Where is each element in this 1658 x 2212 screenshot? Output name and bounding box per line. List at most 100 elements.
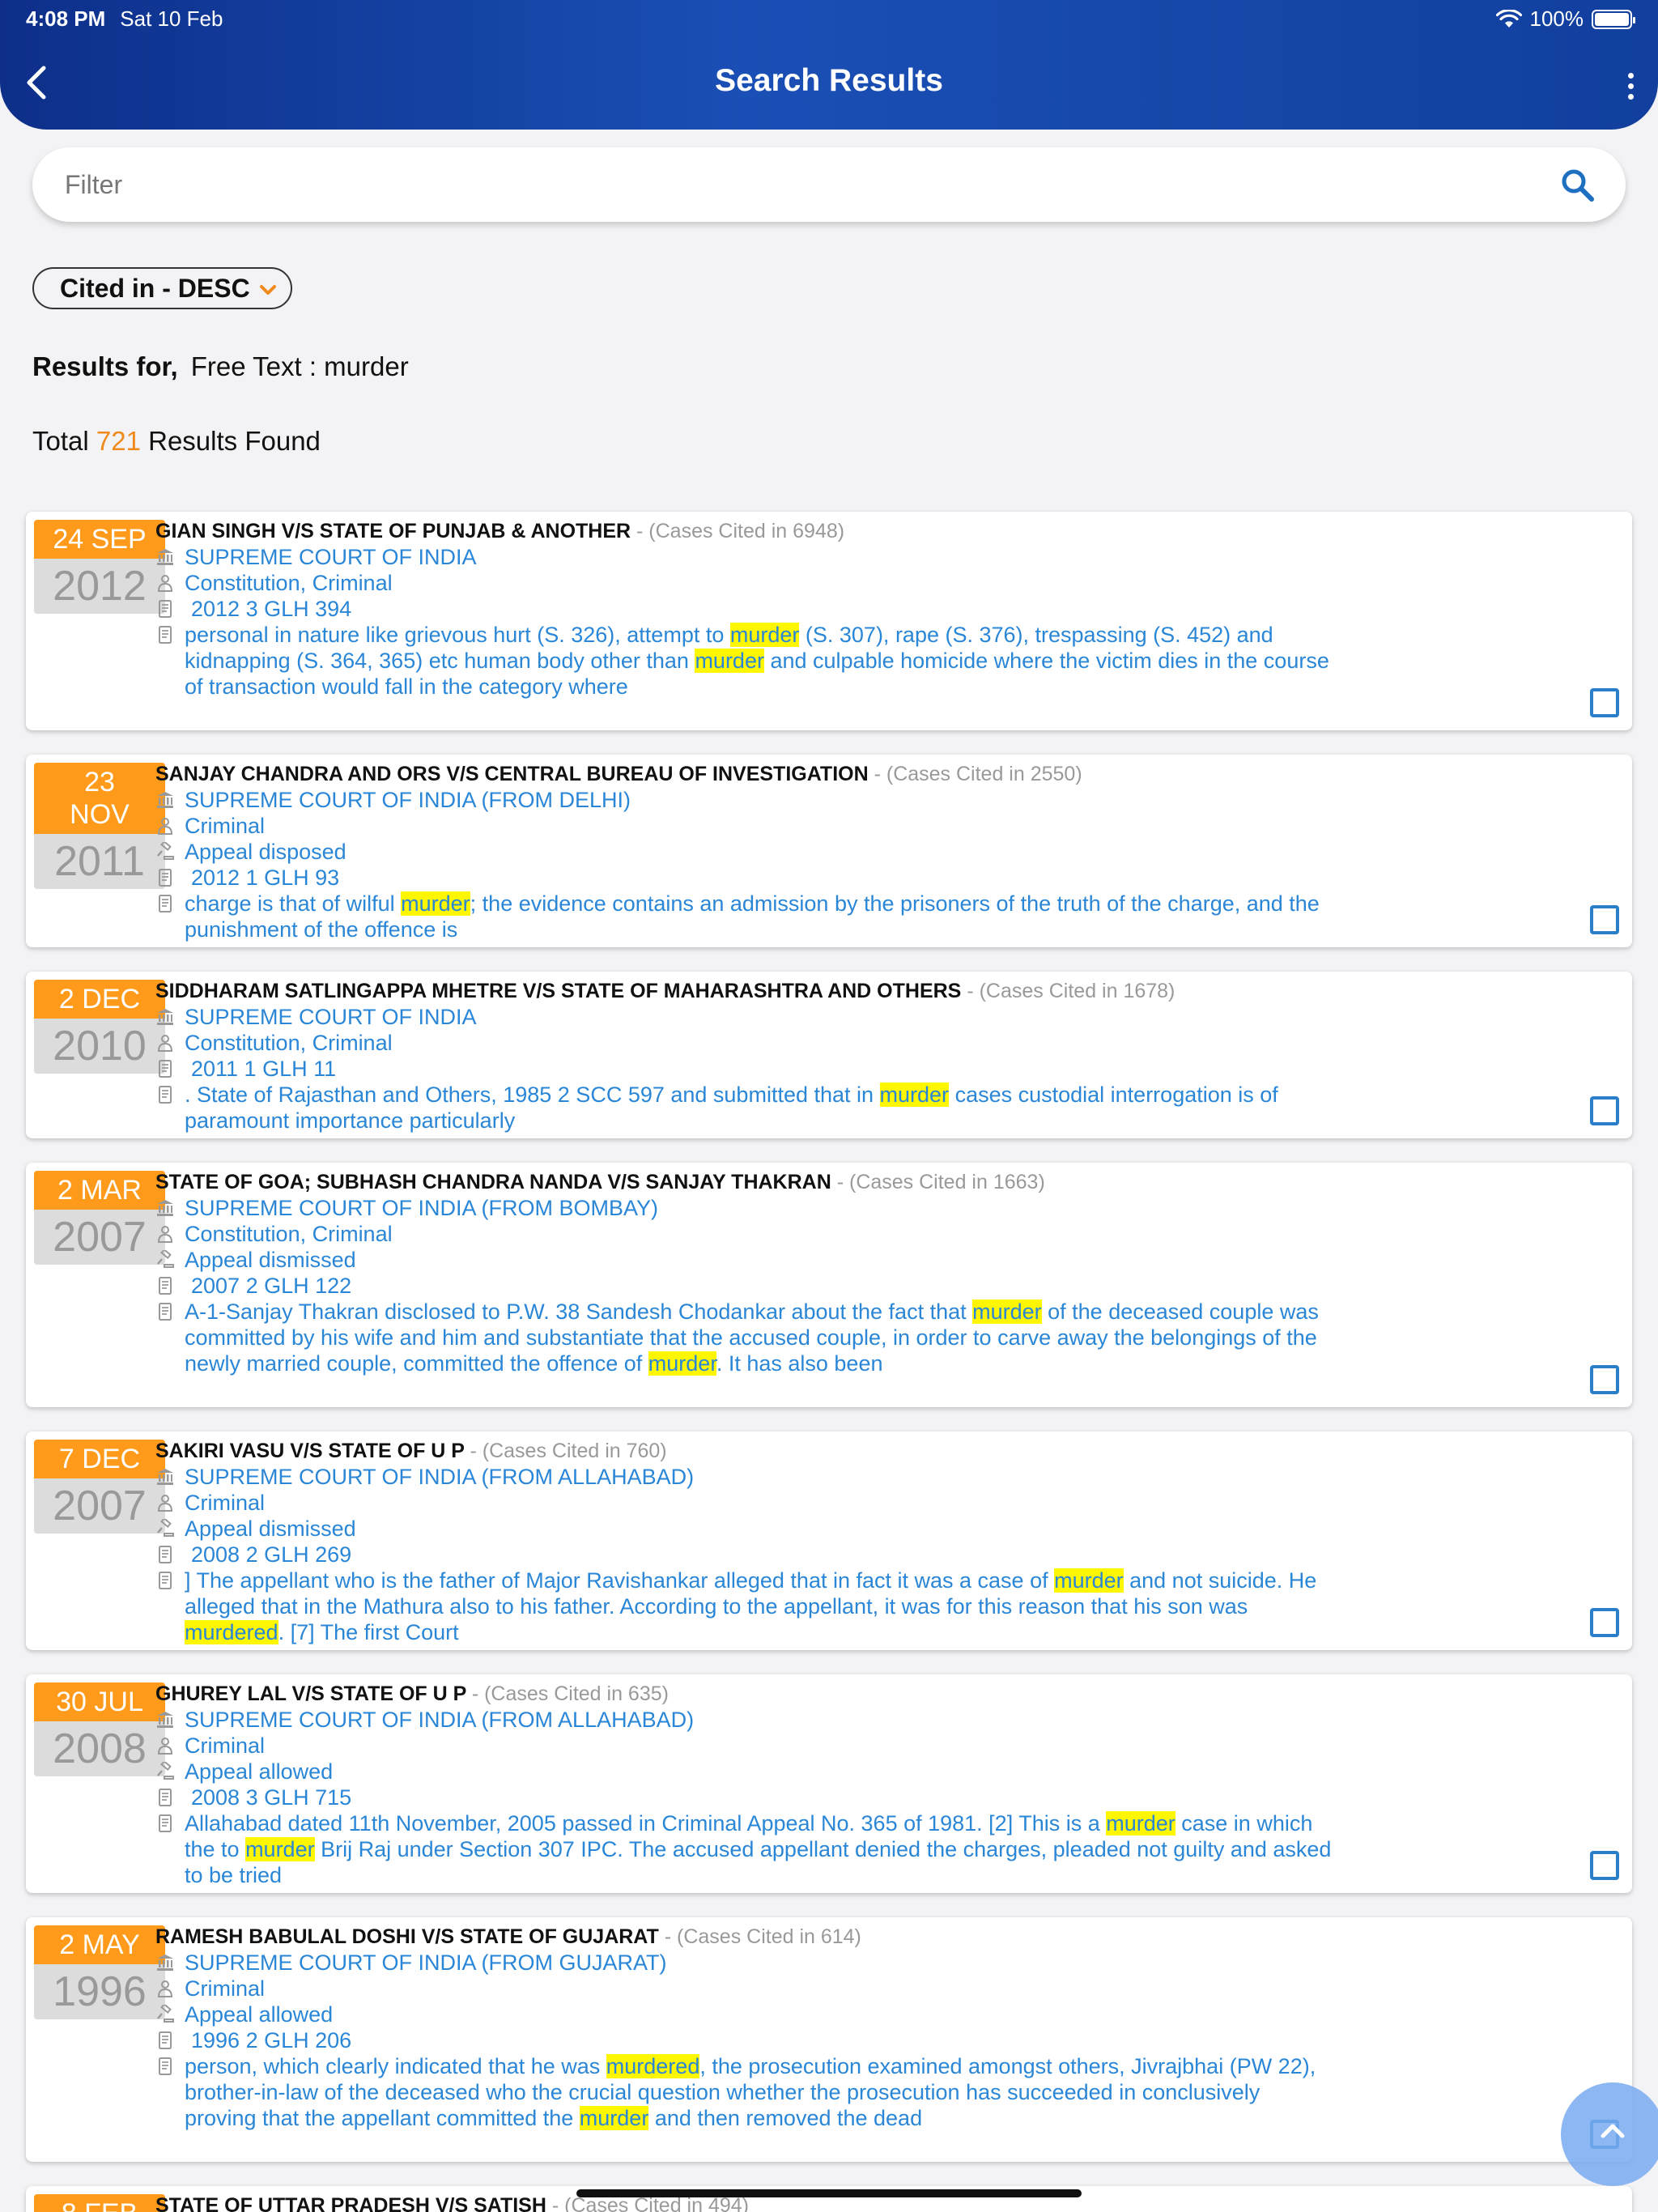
results-for-label: Results for, [32, 351, 178, 381]
gavel-icon [157, 1250, 174, 1268]
snippet-text: . It has also been [716, 1351, 883, 1376]
result-details: SANJAY CHANDRA AND ORS V/S CENTRAL BUREA… [155, 761, 1337, 942]
date-day-month: 2 DEC [34, 980, 165, 1019]
case-category-text: Criminal [185, 814, 266, 838]
case-category[interactable]: Constitution, Criminal [155, 1221, 1337, 1247]
result-card[interactable]: 2 MAY 1996 RAMESH BABULAL DOSHI V/S STATE … [26, 1917, 1632, 2162]
result-details: SAKIRI VASU V/S STATE OF U P - (Cases Ci… [155, 1438, 1337, 1645]
case-citation-text: 2008 3 GLH 715 [191, 1785, 352, 1810]
search-term-highlight: murder [648, 1351, 716, 1376]
court-name[interactable]: SUPREME COURT OF INDIA [155, 1004, 1337, 1030]
results-for: Results for, Free Text : murder [32, 351, 409, 382]
result-card[interactable]: 2 MAR 2007 STATE OF GOA; SUBHASH CHANDRA N… [26, 1163, 1632, 1407]
case-title[interactable]: SAKIRI VASU V/S STATE OF U P - (Cases Ci… [155, 1438, 1337, 1464]
date-year: 2012 [34, 559, 165, 614]
filter-input[interactable] [65, 167, 1522, 202]
date-year: 1996 [34, 1964, 165, 2019]
status-time: 4:08 PM Sat 10 Feb [26, 6, 223, 31]
case-citation[interactable]: 2012 1 GLH 93 [155, 865, 1337, 891]
case-citation[interactable]: 2008 3 GLH 715 [155, 1784, 1337, 1810]
court-name[interactable]: SUPREME COURT OF INDIA (FROM GUJARAT) [155, 1950, 1337, 1976]
case-citation[interactable]: 1996 2 GLH 206 [155, 2027, 1337, 2053]
case-category[interactable]: Criminal [155, 1976, 1337, 2001]
case-category[interactable]: Criminal [155, 1490, 1337, 1516]
case-name: STATE OF UTTAR PRADESH V/S SATISH [155, 2194, 546, 2212]
case-category-text: Criminal [185, 1733, 266, 1758]
case-category[interactable]: Criminal [155, 813, 1337, 839]
case-disposition[interactable]: Appeal dismissed [155, 1247, 1337, 1273]
case-snippet[interactable]: person, which clearly indicated that he … [155, 2053, 1337, 2131]
snippet-text: ] The appellant who is the father of Maj… [185, 1568, 1055, 1593]
case-title[interactable]: RAMESH BABULAL DOSHI V/S STATE OF GUJARA… [155, 1924, 1337, 1950]
case-snippet[interactable]: . State of Rajasthan and Others, 1985 2 … [155, 1082, 1337, 1134]
search-icon[interactable] [1559, 167, 1596, 204]
select-checkbox[interactable] [1590, 1096, 1619, 1125]
case-title[interactable]: STATE OF GOA; SUBHASH CHANDRA NANDA V/S … [155, 1169, 1337, 1195]
gavel-icon [157, 842, 174, 860]
court-name[interactable]: SUPREME COURT OF INDIA (FROM DELHI) [155, 787, 1337, 813]
scroll-to-top-button[interactable] [1561, 2082, 1658, 2186]
case-disposition[interactable]: Appeal disposed [155, 839, 1337, 865]
document-icon [159, 1303, 172, 1321]
person-icon [157, 1035, 173, 1052]
select-checkbox[interactable] [1590, 905, 1619, 934]
case-citation[interactable]: 2008 2 GLH 269 [155, 1542, 1337, 1568]
case-title[interactable]: GHUREY LAL V/S STATE OF U P - (Cases Cit… [155, 1681, 1337, 1707]
search-term-highlight: murder [729, 623, 800, 647]
case-citation-text: 2008 2 GLH 269 [191, 1542, 352, 1567]
result-card[interactable]: 7 DEC 2007 SAKIRI VASU V/S STATE OF U P - … [26, 1431, 1632, 1650]
cases-cited-count: - (Cases Cited in 2550) [874, 763, 1082, 785]
case-snippet[interactable]: A-1-Sanjay Thakran disclosed to P.W. 38 … [155, 1299, 1337, 1376]
result-card[interactable]: 24 SEP 2012 GIAN SINGH V/S STATE OF PUNJAB… [26, 512, 1632, 730]
case-category[interactable]: Constitution, Criminal [155, 570, 1337, 596]
case-disposition-text: Appeal disposed [185, 840, 346, 864]
more-options-button[interactable] [1614, 63, 1647, 108]
court-name[interactable]: SUPREME COURT OF INDIA (FROM ALLAHABAD) [155, 1707, 1337, 1733]
case-category[interactable]: Constitution, Criminal [155, 1030, 1337, 1056]
document-icon [159, 600, 172, 618]
case-snippet[interactable]: Allahabad dated 11th November, 2005 pass… [155, 1810, 1337, 1888]
date-year: 2010 [34, 1019, 165, 1074]
case-title[interactable]: SIDDHARAM SATLINGAPPA MHETRE V/S STATE O… [155, 978, 1337, 1004]
gavel-icon [157, 2005, 174, 2023]
case-disposition[interactable]: Appeal allowed [155, 2001, 1337, 2027]
case-category[interactable]: Criminal [155, 1733, 1337, 1759]
court-name[interactable]: SUPREME COURT OF INDIA (FROM BOMBAY) [155, 1195, 1337, 1221]
person-icon [157, 1495, 173, 1512]
total-results: Total 721 Results Found [32, 426, 321, 457]
date-badge: 24 SEP 2012 [34, 520, 165, 614]
snippet-text: Allahabad dated 11th November, 2005 pass… [185, 1811, 1107, 1836]
document-icon [159, 1546, 172, 1563]
case-name: RAMESH BABULAL DOSHI V/S STATE OF GUJARA… [155, 1925, 659, 1948]
battery-percent: 100% [1529, 6, 1584, 31]
search-term-highlight: murder [1054, 1568, 1124, 1593]
case-title[interactable]: GIAN SINGH V/S STATE OF PUNJAB & ANOTHER… [155, 518, 1337, 544]
case-disposition[interactable]: Appeal allowed [155, 1759, 1337, 1784]
case-disposition[interactable]: Appeal dismissed [155, 1516, 1337, 1542]
select-checkbox[interactable] [1590, 1365, 1619, 1394]
snippet-text: A-1-Sanjay Thakran disclosed to P.W. 38 … [185, 1300, 973, 1324]
result-card[interactable]: 30 JUL 2008 GHUREY LAL V/S STATE OF U P - … [26, 1674, 1632, 1893]
case-snippet[interactable]: charge is that of wilful murder; the evi… [155, 891, 1337, 942]
court-name[interactable]: SUPREME COURT OF INDIA (FROM ALLAHABAD) [155, 1464, 1337, 1490]
case-category-text: Constitution, Criminal [185, 1031, 393, 1055]
case-citation[interactable]: 2012 3 GLH 394 [155, 596, 1337, 622]
snippet-text: person, which clearly indicated that he … [185, 2054, 606, 2078]
select-checkbox[interactable] [1590, 688, 1619, 717]
snippet-text: and then removed the dead [648, 2106, 923, 2130]
case-citation[interactable]: 2011 1 GLH 11 [155, 1056, 1337, 1082]
result-card[interactable]: 2 DEC 2010 SIDDHARAM SATLINGAPPA MHETRE V/… [26, 972, 1632, 1138]
case-snippet[interactable]: ] The appellant who is the father of Maj… [155, 1568, 1337, 1645]
select-checkbox[interactable] [1590, 1851, 1619, 1880]
total-count: 721 [96, 426, 141, 456]
result-details: RAMESH BABULAL DOSHI V/S STATE OF GUJARA… [155, 1924, 1337, 2131]
sort-dropdown[interactable]: Cited in - DESC [32, 267, 292, 309]
court-name[interactable]: SUPREME COURT OF INDIA [155, 544, 1337, 570]
case-title[interactable]: SANJAY CHANDRA AND ORS V/S CENTRAL BUREA… [155, 761, 1337, 787]
result-card[interactable]: 23 NOV 2011 SANJAY CHANDRA AND ORS V/S CENT… [26, 755, 1632, 947]
date-day-month: 23 NOV [34, 763, 165, 834]
date-day-month: 2 MAR [34, 1171, 165, 1210]
case-snippet[interactable]: personal in nature like grievous hurt (S… [155, 622, 1337, 700]
select-checkbox[interactable] [1590, 1608, 1619, 1637]
case-citation[interactable]: 2007 2 GLH 122 [155, 1273, 1337, 1299]
